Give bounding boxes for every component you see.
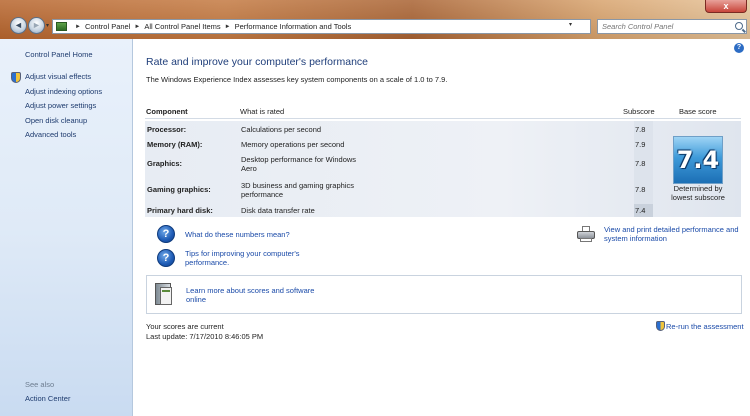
- what-is-rated: Calculations per second: [241, 125, 322, 134]
- component-name: Graphics:: [147, 159, 183, 168]
- control-panel-home-link[interactable]: Control Panel Home: [25, 50, 93, 59]
- what-is-rated: 3D business and gaming graphics performa…: [241, 181, 354, 199]
- search-icon[interactable]: [735, 22, 743, 30]
- question-icon: ?: [157, 249, 175, 267]
- what-do-these-numbers-mean-link[interactable]: What do these numbers mean?: [185, 230, 290, 239]
- scores-status-text: Your scores are current: [146, 322, 224, 331]
- view-and-print-details-link[interactable]: View and print detailed performance and …: [604, 225, 744, 243]
- rerun-assessment-link[interactable]: Re-run the assessment: [666, 322, 744, 331]
- back-button[interactable]: ◄: [10, 17, 27, 34]
- breadcrumb-performance[interactable]: Performance Information and Tools: [235, 22, 352, 31]
- subscore-value: 7.8: [635, 159, 646, 168]
- what-is-rated: Disk data transfer rate: [241, 206, 315, 215]
- breadcrumb-separator[interactable]: ►: [130, 24, 144, 30]
- subscore-column-shade: [634, 121, 653, 217]
- close-window-button[interactable]: x: [705, 0, 747, 13]
- uac-shield-icon: [11, 72, 21, 83]
- question-icon: ?: [157, 225, 175, 243]
- page-title: Rate and improve your computer's perform…: [146, 56, 369, 68]
- column-header-base-score: Base score: [679, 107, 717, 116]
- breadcrumb-all-items[interactable]: All Control Panel Items: [144, 22, 220, 31]
- breadcrumb-separator[interactable]: ►: [221, 24, 235, 30]
- advanced-tools-link[interactable]: Advanced tools: [25, 130, 76, 139]
- search-input[interactable]: [598, 20, 728, 33]
- column-header-what-is-rated: What is rated: [240, 107, 285, 116]
- printer-icon: [577, 226, 595, 242]
- address-dropdown-icon[interactable]: ▾: [569, 21, 572, 28]
- subscore-value: 7.8: [635, 185, 646, 194]
- software-box-icon: [153, 281, 175, 308]
- main-content: ? Rate and improve your computer's perfo…: [133, 39, 750, 416]
- last-update-text: Last update: 7/17/2010 8:46:05 PM: [146, 332, 264, 341]
- tips-for-improving-link[interactable]: Tips for improving your computer's perfo…: [185, 249, 315, 267]
- adjust-indexing-options-link[interactable]: Adjust indexing options: [25, 87, 102, 96]
- open-disk-cleanup-link[interactable]: Open disk cleanup: [25, 116, 87, 125]
- component-name: Memory (RAM):: [147, 140, 203, 149]
- help-icon[interactable]: ?: [734, 43, 744, 53]
- component-name: Gaming graphics:: [147, 185, 211, 194]
- base-score-value: 7.4: [673, 136, 723, 184]
- subscore-value: 7.4: [635, 206, 646, 215]
- subscore-value: 7.8: [635, 125, 646, 134]
- learn-more-link[interactable]: Learn more about scores and software onl…: [186, 286, 326, 304]
- adjust-power-settings-link[interactable]: Adjust power settings: [25, 101, 96, 110]
- control-panel-icon: [56, 22, 67, 31]
- address-bar[interactable]: ► Control Panel ► All Control Panel Item…: [52, 19, 640, 34]
- intro-text: The Windows Experience Index assesses ke…: [146, 75, 448, 84]
- column-header-subscore: Subscore: [623, 107, 655, 116]
- base-score-caption: Determined by lowest subscore: [671, 184, 725, 202]
- component-name: Processor:: [147, 125, 187, 134]
- uac-shield-icon: [656, 321, 665, 331]
- search-box[interactable]: [597, 19, 747, 34]
- task-pane: Control Panel Home Adjust visual effects…: [0, 39, 133, 416]
- what-is-rated: Desktop performance for Windows Aero: [241, 155, 357, 173]
- breadcrumb-separator[interactable]: ►: [71, 24, 85, 30]
- adjust-visual-effects-link[interactable]: Adjust visual effects: [25, 72, 91, 81]
- subscore-value: 7.9: [635, 140, 646, 149]
- see-also-heading: See also: [25, 380, 55, 389]
- header-divider: [145, 118, 741, 119]
- breadcrumb-control-panel[interactable]: Control Panel: [85, 22, 130, 31]
- base-score-tile: 7.4 Determined by lowest subscore: [671, 136, 725, 207]
- action-center-link[interactable]: Action Center: [25, 394, 70, 403]
- what-is-rated: Memory operations per second: [241, 140, 345, 149]
- forward-button[interactable]: ►: [28, 17, 45, 34]
- component-name: Primary hard disk:: [147, 206, 213, 215]
- learn-more-box: Learn more about scores and software onl…: [146, 275, 742, 314]
- recent-pages-dropdown[interactable]: ▾: [46, 22, 49, 29]
- column-header-component: Component: [146, 107, 188, 116]
